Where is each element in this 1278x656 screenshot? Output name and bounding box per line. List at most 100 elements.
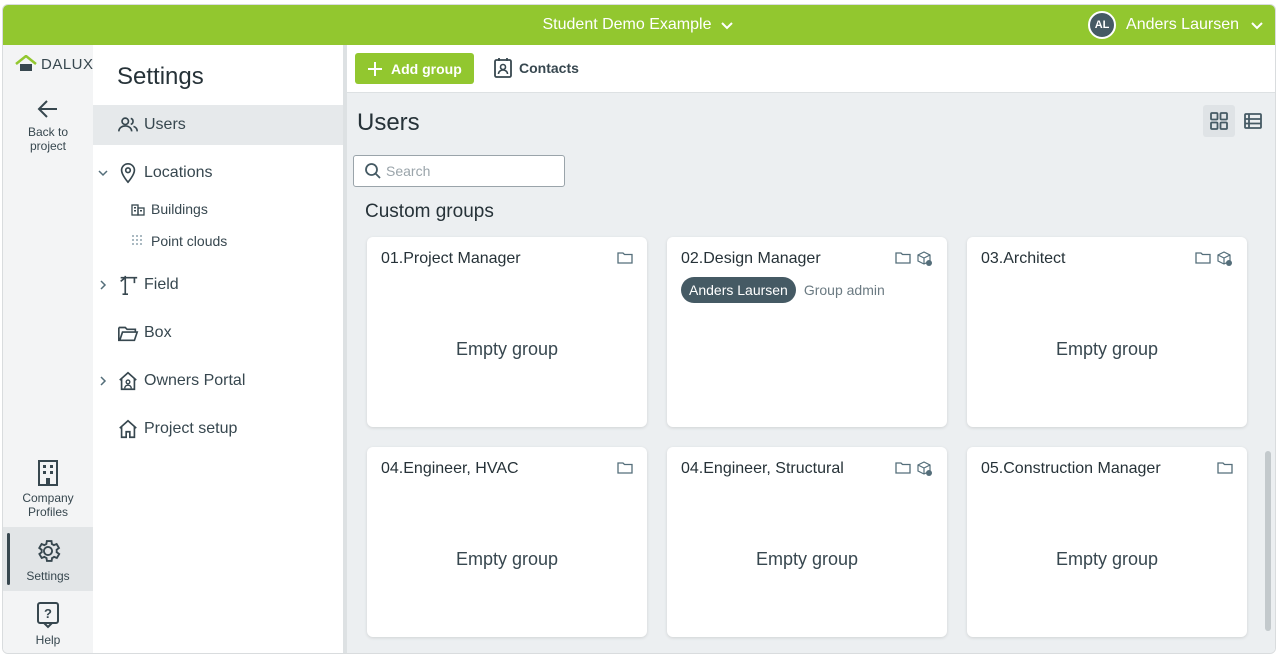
help-button[interactable]: ? Help — [3, 601, 93, 647]
nav-item-project-setup[interactable]: Project setup — [93, 409, 343, 449]
page-title: Users — [357, 109, 420, 136]
empty-group-label: Empty group — [1055, 549, 1159, 569]
user-name[interactable]: Anders Laursen — [1126, 16, 1239, 34]
chevron-right-icon[interactable] — [97, 375, 109, 387]
group-name: 02.Design Manager — [681, 250, 821, 267]
home-icon — [119, 419, 137, 439]
nav-item-locations[interactable]: Locations — [93, 153, 343, 193]
company-profiles-button[interactable]: Company Profiles — [3, 459, 93, 519]
svg-text:?: ? — [44, 606, 52, 621]
project-name[interactable]: Student Demo Example — [543, 16, 712, 34]
list-view-icon — [1244, 113, 1262, 129]
arrow-left-icon — [37, 100, 57, 118]
project-switcher[interactable]: Student Demo Example — [3, 5, 1275, 45]
avatar[interactable]: AL — [1088, 11, 1117, 39]
empty-group-label: Empty group — [455, 339, 559, 359]
toolbar: Add group Contacts — [347, 45, 1275, 93]
list-view-button[interactable] — [1237, 105, 1269, 137]
add-group-label: Add group — [391, 60, 462, 77]
group-member: Anders Laursen Group admin — [681, 277, 885, 303]
nav-item-owners-portal[interactable]: Owners Portal — [93, 361, 343, 401]
grid-view-icon — [1210, 112, 1228, 130]
empty-group-label: Empty group — [1055, 339, 1159, 359]
folder-icon[interactable] — [617, 461, 633, 475]
group-card[interactable]: 01.Project Manager Empty group — [367, 237, 647, 427]
users-icon — [118, 117, 138, 132]
box-settings-icon[interactable] — [917, 251, 933, 267]
grid-view-button[interactable] — [1203, 105, 1235, 137]
nav-label-box: Box — [144, 324, 172, 341]
folder-icon[interactable] — [1195, 251, 1211, 265]
app-window: Student Demo Example AL Anders Laursen D… — [2, 4, 1276, 654]
group-card[interactable]: 04.Engineer, HVAC Empty group — [367, 447, 647, 637]
chevron-down-icon[interactable] — [97, 167, 109, 179]
company-line-2: Profiles — [27, 505, 68, 519]
nav-label-buildings: Buildings — [151, 201, 208, 217]
user-menu[interactable]: AL Anders Laursen — [1088, 5, 1265, 45]
buildings-icon — [131, 204, 145, 216]
nav-item-box[interactable]: Box — [93, 313, 343, 353]
group-card[interactable]: 02.Design Manager Anders Laursen Group a… — [667, 237, 947, 427]
crane-icon — [120, 275, 138, 295]
back-to-project-button[interactable]: Back to project — [3, 97, 93, 153]
chevron-right-icon[interactable] — [97, 279, 109, 291]
nav-label-users: Users — [144, 116, 186, 133]
plus-icon — [368, 61, 382, 76]
box-settings-icon[interactable] — [917, 461, 933, 477]
group-name: 03.Architect — [981, 250, 1066, 267]
nav-item-field[interactable]: Field — [93, 265, 343, 305]
folder-icon[interactable] — [895, 461, 911, 475]
add-group-button[interactable]: Add group — [355, 53, 474, 84]
member-role: Group admin — [803, 282, 885, 298]
nav-label-point-clouds: Point clouds — [151, 233, 228, 249]
nav-item-point-clouds[interactable]: Point clouds — [93, 227, 343, 255]
dalux-logo[interactable]: DALUX — [15, 55, 94, 73]
back-line-2: project — [29, 139, 67, 153]
settings-title: Settings — [117, 63, 204, 90]
empty-group-label: Empty group — [755, 549, 859, 569]
chevron-down-icon[interactable] — [719, 17, 735, 33]
help-icon: ? — [37, 602, 59, 629]
company-line-1: Company — [22, 491, 74, 505]
top-bar: Student Demo Example AL Anders Laursen — [3, 5, 1275, 45]
search-icon — [365, 163, 381, 179]
help-label: Help — [35, 633, 61, 647]
folder-icon[interactable] — [617, 251, 633, 265]
settings-nav: Settings Users Locations Buildings Point… — [93, 45, 343, 653]
nav-item-users[interactable]: Users — [93, 105, 343, 145]
group-card[interactable]: 03.Architect Empty group — [967, 237, 1247, 427]
location-pin-icon — [120, 163, 136, 184]
group-card[interactable]: 05.Construction Manager Empty group — [967, 447, 1247, 637]
group-name: 04.Engineer, HVAC — [381, 460, 519, 477]
group-name: 05.Construction Manager — [981, 460, 1161, 477]
folder-open-icon — [118, 326, 139, 342]
nav-item-buildings[interactable]: Buildings — [93, 195, 343, 223]
home-user-icon — [119, 371, 137, 391]
box-settings-icon[interactable] — [1217, 251, 1233, 267]
settings-rail-button[interactable]: Settings — [3, 527, 93, 591]
group-name: 04.Engineer, Structural — [681, 460, 844, 477]
search-input[interactable] — [386, 163, 556, 179]
logo-text: DALUX — [41, 55, 94, 73]
nav-label-locations: Locations — [144, 164, 213, 181]
gear-icon — [38, 540, 61, 562]
member-chip[interactable]: Anders Laursen — [681, 277, 796, 303]
main-content: Add group Contacts Users Custom groups 0… — [347, 45, 1275, 653]
chevron-down-icon[interactable] — [1249, 17, 1265, 33]
group-card[interactable]: 04.Engineer, Structural Empty group — [667, 447, 947, 637]
scrollbar[interactable] — [1265, 451, 1271, 631]
search-field[interactable] — [353, 155, 565, 187]
contacts-label: Contacts — [519, 60, 579, 76]
group-name: 01.Project Manager — [381, 250, 521, 267]
contacts-icon — [494, 58, 512, 78]
point-cloud-icon — [132, 235, 142, 245]
empty-group-label: Empty group — [455, 549, 559, 569]
house-logo-icon — [15, 55, 37, 71]
settings-rail-label: Settings — [26, 569, 70, 583]
nav-label-project-setup: Project setup — [144, 420, 238, 437]
nav-label-field: Field — [144, 276, 179, 293]
back-line-1: Back to — [27, 125, 69, 139]
contacts-button[interactable]: Contacts — [493, 57, 579, 79]
folder-icon[interactable] — [1217, 461, 1233, 475]
folder-icon[interactable] — [895, 251, 911, 265]
